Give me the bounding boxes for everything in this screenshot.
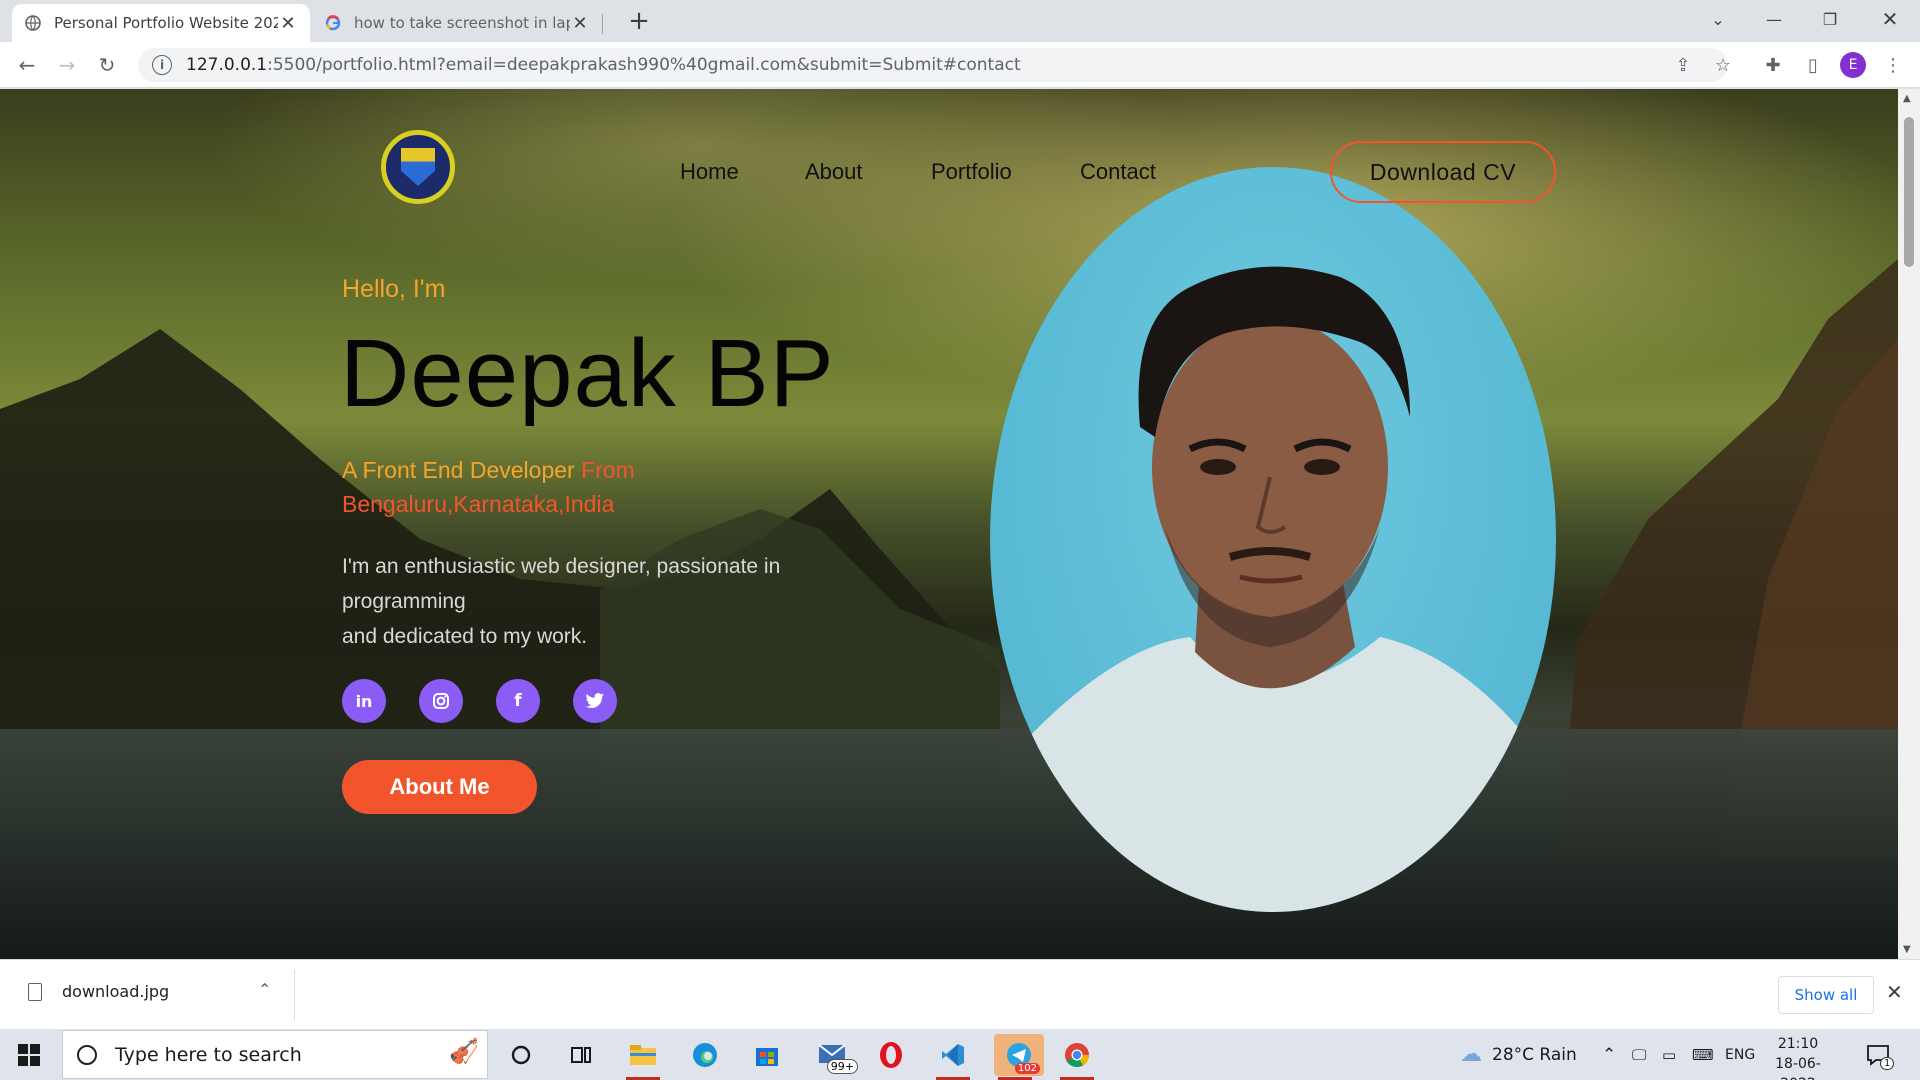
profile-photo [990, 167, 1556, 912]
download-item[interactable]: download.jpg [28, 982, 169, 1001]
tab-search-chevron-icon[interactable]: ⌄ [1690, 0, 1746, 38]
forward-icon[interactable]: → [52, 50, 82, 80]
twitter-icon[interactable] [573, 679, 617, 723]
show-all-button[interactable]: Show all [1778, 976, 1874, 1014]
vscode-icon[interactable] [932, 1034, 974, 1080]
opera-icon[interactable] [870, 1034, 912, 1076]
cortana-icon[interactable] [500, 1034, 542, 1076]
about-me-button[interactable]: About Me [342, 760, 537, 814]
telegram-icon[interactable]: 102 [994, 1034, 1044, 1080]
scroll-down-arrow-icon[interactable]: ▼ [1903, 944, 1911, 955]
download-filename: download.jpg [62, 982, 170, 1001]
hero-greeting: Hello, I'm [342, 275, 446, 303]
download-cv-button[interactable]: Download CV [1330, 141, 1556, 203]
address-bar[interactable]: i 127.0.0.1:5500/portfolio.html?email=de… [138, 48, 1728, 82]
page-scrollbar[interactable]: ▲ ▼ [1898, 89, 1920, 959]
nav-about-link[interactable]: About [805, 159, 863, 185]
nav-home-link[interactable]: Home [680, 159, 739, 185]
site-info-icon[interactable]: i [152, 55, 172, 75]
url-path: :5500/portfolio.html?email=deepakprakash… [267, 55, 1021, 75]
page-viewport: Home About Portfolio Contact Download CV… [0, 89, 1898, 959]
tab-title: how to take screenshot in laptop [354, 14, 570, 32]
file-explorer-icon[interactable] [622, 1034, 664, 1080]
new-tab-icon[interactable]: + [624, 6, 654, 36]
restore-icon[interactable]: ❐ [1802, 0, 1858, 38]
url-host: 127.0.0.1 [186, 55, 268, 75]
chrome-icon[interactable] [1056, 1034, 1098, 1080]
menu-kebab-icon[interactable]: ⋮ [1878, 50, 1908, 80]
facebook-icon[interactable]: f [496, 679, 540, 723]
tab-separator [602, 14, 603, 34]
windows-taskbar: Type here to search 🎻 99+ 102 ☁ 28°C Rai… [0, 1029, 1920, 1080]
extensions-icon[interactable]: ✚ [1758, 50, 1788, 80]
description-line: I'm an enthusiastic web designer, passio… [342, 555, 781, 613]
browser-toolbar: ← → ↻ i 127.0.0.1:5500/portfolio.html?em… [0, 42, 1920, 88]
nav-contact-link[interactable]: Contact [1080, 159, 1156, 185]
minimize-icon[interactable]: — [1746, 0, 1802, 38]
search-highlight-icon: 🎻 [449, 1037, 479, 1065]
linkedin-icon[interactable]: in [342, 679, 386, 723]
instagram-icon[interactable] [419, 679, 463, 723]
search-icon [77, 1044, 97, 1065]
clock[interactable]: 21:10 18-06-2022 [1758, 1034, 1838, 1080]
reload-icon[interactable]: ↻ [92, 50, 122, 80]
task-view-icon[interactable] [560, 1034, 602, 1076]
file-icon [28, 982, 42, 1001]
profile-avatar[interactable]: E [1840, 52, 1866, 78]
description-line: and dedicated to my work. [342, 625, 588, 648]
download-shelf: download.jpg ⌃ Show all ✕ [0, 959, 1920, 1029]
scrollbar-thumb[interactable] [1904, 117, 1914, 267]
social-links: in f [342, 679, 650, 723]
weather-text: 28°C Rain [1492, 1044, 1577, 1065]
tab-title: Personal Portfolio Website 2022 [54, 14, 278, 32]
notifications-icon[interactable]: 1 [1866, 1029, 1895, 1080]
taskbar-search-placeholder: Type here to search [115, 1043, 302, 1066]
close-tab-icon[interactable]: ✕ [570, 13, 590, 34]
microsoft-store-icon[interactable] [746, 1034, 788, 1076]
shelf-divider [294, 970, 295, 1020]
role-title: A Front End Developer [342, 457, 575, 483]
tab-strip: Personal Portfolio Website 2022 ✕ how to… [0, 0, 1920, 42]
tab-google-search[interactable]: how to take screenshot in laptop ✕ [312, 4, 602, 42]
hero-description: I'm an enthusiastic web designer, passio… [342, 549, 862, 654]
nav-portfolio-link[interactable]: Portfolio [931, 159, 1012, 185]
scroll-up-arrow-icon[interactable]: ▲ [1903, 93, 1911, 104]
shield-icon [401, 148, 435, 186]
clock-date: 18-06-2022 [1775, 1056, 1821, 1080]
notification-count: 1 [1880, 1057, 1895, 1070]
side-panel-icon[interactable]: ▯ [1798, 50, 1828, 80]
clock-time: 21:10 [1777, 1036, 1819, 1052]
show-hidden-icons-chevron-icon[interactable]: ⌃ [1602, 1029, 1616, 1080]
google-icon [324, 14, 342, 32]
close-shelf-icon[interactable]: ✕ [1886, 980, 1903, 1004]
bookmark-star-icon[interactable]: ☆ [1708, 50, 1738, 80]
battery-icon[interactable]: ▭ [1662, 1029, 1676, 1080]
lake-background [0, 729, 1898, 959]
network-icon[interactable]: ⌨ [1692, 1029, 1714, 1080]
tab-portfolio[interactable]: Personal Portfolio Website 2022 ✕ [12, 4, 310, 42]
back-icon[interactable]: ← [12, 50, 42, 80]
edge-icon[interactable] [684, 1034, 726, 1076]
hero-role: A Front End Developer From Bengaluru,Kar… [342, 453, 722, 521]
rain-cloud-icon: ☁ [1460, 1042, 1482, 1067]
share-icon[interactable]: ⇪ [1668, 50, 1698, 80]
site-logo[interactable] [381, 130, 455, 204]
close-window-icon[interactable]: ✕ [1862, 0, 1918, 38]
globe-icon [24, 14, 42, 32]
weather-widget[interactable]: ☁ 28°C Rain [1460, 1029, 1577, 1080]
meet-now-icon[interactable]: 🖵 [1632, 1029, 1646, 1080]
chevron-up-icon[interactable]: ⌃ [258, 980, 271, 999]
windows-start-icon[interactable] [18, 1044, 40, 1066]
close-tab-icon[interactable]: ✕ [278, 13, 298, 34]
hero-name: Deepak BP [340, 320, 835, 427]
language-indicator[interactable]: ENG [1725, 1029, 1755, 1080]
person-portrait-image [990, 266, 1556, 912]
telegram-badge: 102 [1014, 1063, 1040, 1074]
mail-icon[interactable]: 99+ [808, 1034, 858, 1076]
taskbar-search[interactable]: Type here to search 🎻 [62, 1030, 488, 1079]
mail-badge: 99+ [826, 1059, 858, 1074]
